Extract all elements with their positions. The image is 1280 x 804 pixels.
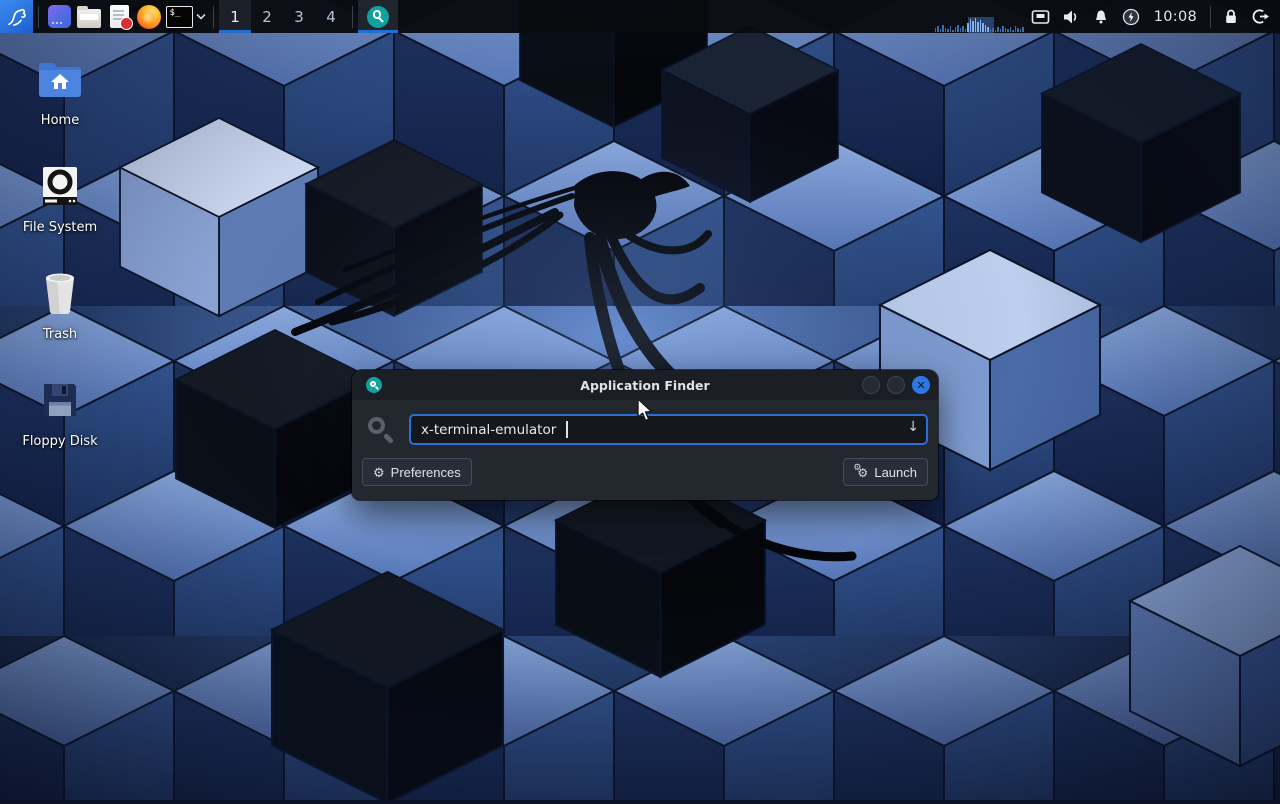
launch-icon: ⚙ ⚙ bbox=[854, 465, 868, 479]
application-finder-window: Application Finder ✕ ↓ ⚙ Preferences ⚙ bbox=[352, 370, 938, 500]
search-input[interactable] bbox=[409, 414, 928, 445]
app-finder-window-icon bbox=[366, 377, 382, 393]
logout-icon bbox=[1252, 8, 1270, 25]
launcher-dashboard[interactable] bbox=[44, 0, 74, 33]
system-tray bbox=[1026, 0, 1146, 33]
gear-icon: ⚙ bbox=[373, 466, 385, 479]
search-icon bbox=[366, 415, 396, 445]
desktop-icon-trash[interactable]: Trash bbox=[18, 269, 102, 376]
panel-separator bbox=[352, 6, 353, 28]
bell-icon bbox=[1093, 9, 1109, 25]
panel-separator bbox=[38, 6, 39, 28]
desktop-icon-label: File System bbox=[23, 220, 97, 235]
volume-tray-button[interactable] bbox=[1056, 0, 1086, 33]
desktop-icon-label: Home bbox=[41, 113, 79, 128]
panel-separator bbox=[213, 6, 214, 28]
desktop-icon-file-system[interactable]: File System bbox=[18, 162, 102, 269]
launcher-terminal[interactable]: $_ bbox=[164, 0, 194, 33]
kali-dragon-icon bbox=[4, 4, 30, 30]
panel-clock[interactable]: 10:08 bbox=[1146, 9, 1205, 25]
dashboard-icon bbox=[48, 5, 71, 28]
panel-separator bbox=[1210, 6, 1211, 28]
chevron-down-icon bbox=[196, 13, 206, 20]
workspace-3[interactable]: 3 bbox=[283, 0, 315, 33]
text-editor-icon bbox=[110, 5, 129, 28]
desktop-icon-floppy-disk[interactable]: Floppy Disk bbox=[18, 376, 102, 483]
lock-icon bbox=[1223, 8, 1239, 25]
desktop-icon-home[interactable]: Home bbox=[18, 55, 102, 162]
power-bolt-icon bbox=[1122, 8, 1140, 26]
terminal-dropdown[interactable] bbox=[194, 0, 208, 33]
taskbar-application-finder[interactable] bbox=[358, 0, 398, 33]
launch-label: Launch bbox=[874, 465, 917, 480]
minimize-button[interactable] bbox=[862, 376, 880, 394]
workspace-1[interactable]: 1 bbox=[219, 0, 251, 33]
launcher-firefox[interactable] bbox=[134, 0, 164, 33]
titlebar[interactable]: Application Finder ✕ bbox=[352, 370, 938, 400]
app-finder-icon bbox=[367, 6, 389, 28]
hard-drive-icon bbox=[39, 165, 81, 207]
close-button[interactable]: ✕ bbox=[912, 376, 930, 394]
launcher-text-editor[interactable] bbox=[104, 0, 134, 33]
trash-bin-icon bbox=[40, 271, 80, 315]
ethernet-icon bbox=[1031, 9, 1050, 25]
home-folder-icon bbox=[37, 60, 83, 98]
terminal-icon: $_ bbox=[166, 6, 193, 28]
desktop-icon-label: Trash bbox=[43, 327, 77, 342]
launcher-file-manager[interactable] bbox=[74, 0, 104, 33]
system-monitor-graph[interactable] bbox=[934, 0, 1026, 33]
preferences-label: Preferences bbox=[391, 465, 461, 480]
kali-menu-button[interactable] bbox=[0, 0, 33, 33]
folder-icon bbox=[77, 9, 101, 28]
text-caret bbox=[566, 421, 568, 438]
workspace-4[interactable]: 4 bbox=[315, 0, 347, 33]
floppy-disk-icon bbox=[40, 380, 80, 420]
top-panel: $_ 1 2 3 4 bbox=[0, 0, 1280, 33]
logout-button[interactable] bbox=[1246, 0, 1276, 33]
network-tray-button[interactable] bbox=[1026, 0, 1056, 33]
window-title: Application Finder bbox=[352, 378, 938, 393]
maximize-button[interactable] bbox=[887, 376, 905, 394]
desktop-icon-label: Floppy Disk bbox=[22, 434, 97, 449]
speaker-icon bbox=[1062, 9, 1080, 25]
workspace-2[interactable]: 2 bbox=[251, 0, 283, 33]
launch-button[interactable]: ⚙ ⚙ Launch bbox=[843, 458, 928, 486]
desktop-icon-column: Home File System Trash bbox=[18, 55, 102, 483]
notifications-tray-button[interactable] bbox=[1086, 0, 1116, 33]
preferences-button[interactable]: ⚙ Preferences bbox=[362, 458, 472, 486]
lock-screen-button[interactable] bbox=[1216, 0, 1246, 33]
firefox-icon bbox=[137, 5, 161, 29]
power-manager-tray-button[interactable] bbox=[1116, 0, 1146, 33]
